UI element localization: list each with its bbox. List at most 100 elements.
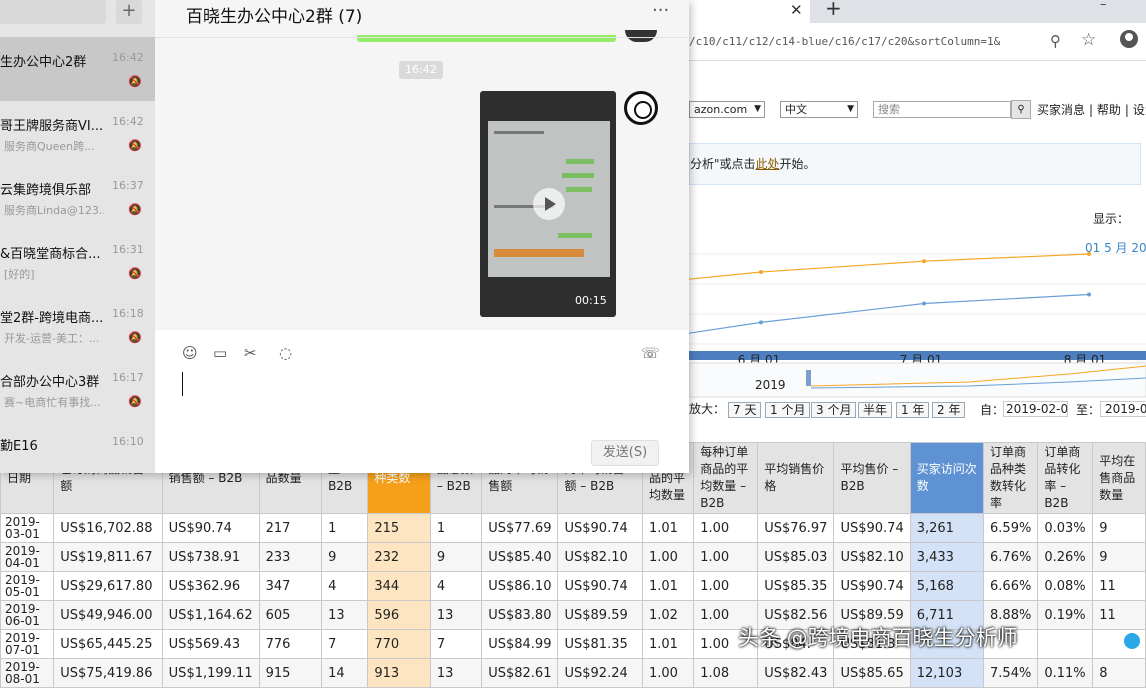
info-suffix: 开始。 [779,157,816,171]
table-cell: 1.00 [693,513,759,543]
video-call-icon[interactable]: ☏ [641,344,660,362]
data-point [1087,252,1091,256]
zoom-3m-button[interactable]: 3 个月 [811,402,857,418]
chat-list-item[interactable]: 云集跨境俱乐部 16:37 服务商Linda@123... 🔕 [0,165,155,229]
help-link[interactable]: 帮助 [1097,103,1121,117]
table-cell: 217 [258,513,323,543]
marketplace-select[interactable]: azon.com ▼ [689,101,765,118]
table-cell: 9 [429,542,483,572]
table-cell: 1.01 [641,513,695,543]
account-icon[interactable] [1120,30,1138,48]
table-cell: 4 [321,571,369,601]
scissors-icon[interactable]: ✂ [244,344,257,362]
send-button[interactable]: 发送(S) [591,440,659,466]
chat-search-input[interactable] [0,0,106,24]
sales-chart: 6 月 01 7 月 01 8 月 012019 [689,252,1146,398]
video-message[interactable]: 00:15 [480,91,616,317]
chat-preview: [好的] [4,268,35,281]
top-links: 买家消息| 帮助| 设置 [1037,101,1146,118]
column-header[interactable]: 每种订单商品的平均数量 – B2B [693,442,759,514]
avatar[interactable] [625,30,657,42]
new-tab-icon[interactable]: + [825,0,842,20]
table-cell: 1.01 [641,629,695,659]
video-duration: 00:15 [575,294,607,307]
table-cell: US$90.74 [557,571,643,601]
chat-list-item[interactable]: 生办公中心2群 16:42 🔕 [0,37,155,101]
avatar[interactable] [624,91,658,125]
column-header[interactable]: 订单商品转化率 – B2B [1037,442,1094,514]
column-header[interactable]: 买家访问次数 [909,442,985,514]
table-cell: 605 [258,600,323,630]
table-cell: 0.11% [1037,658,1094,688]
search-icon[interactable]: ⚲ [1011,100,1031,119]
table-cell: 9 [1092,542,1146,572]
zoom-1m-button[interactable]: 1 个月 [765,402,811,418]
chat-list-item[interactable]: &百晓堂商标合... 16:31 [好的] 🔕 [0,229,155,293]
date-from-input[interactable]: 2019-02-0 [1003,401,1068,417]
column-header[interactable]: 平均在售商品数量 [1092,442,1146,514]
window-controls-icon[interactable]: – [1100,0,1121,12]
chat-name: 勤E16 [0,439,38,454]
column-header[interactable]: 平均售价 – B2B [833,442,911,514]
data-point [759,320,763,325]
address-bar[interactable]: /c10/c11/c12/c14-blue/c16/c17/c20&sortCo… [689,23,1146,61]
zoom-6m-button[interactable]: 半年 [858,402,893,418]
table-cell: US$77.69 [481,513,559,543]
url-text[interactable]: /c10/c11/c12/c14-blue/c16/c17/c20&sortCo… [689,35,1000,48]
info-link[interactable]: 此处 [756,157,780,171]
add-chat-button[interactable]: + [116,0,142,24]
table-cell: US$81.35 [557,629,643,659]
zoom-2y-button[interactable]: 2 年 [932,402,966,418]
language-select[interactable]: 中文 ▼ [780,101,858,118]
table-cell: US$90.74 [557,513,643,543]
folder-icon[interactable]: ▭ [213,344,227,362]
column-header[interactable]: 订单商品种类数转化率 [983,442,1039,514]
play-icon[interactable] [533,188,565,220]
chat-list-item[interactable]: 堂2群-跨境电商... 16:18 开发-运营-美工：... 🔕 [0,293,155,357]
zoom-icon[interactable]: ⚲ [1050,32,1061,50]
table-cell: US$1,164.62 [161,600,260,630]
chat-name: 哥王牌服务商VI... [0,119,104,134]
more-options-icon[interactable]: ··· [652,0,669,21]
table-cell: 13 [429,600,483,630]
table-cell: 7 [429,629,483,659]
table-cell: 913 [367,658,431,688]
chat-panel: 百晓生办公中心2群 (7) ··· 16:42 00:15 ☺ ▭ ✂ ◌ ☏ … [155,0,689,473]
table-cell: US$82.43 [757,658,835,688]
thumb-line [494,131,544,134]
info-prefix: 分析"或点击 [690,157,756,171]
buyer-messages-link[interactable]: 买家消息 [1037,103,1085,117]
bookmark-star-icon[interactable]: ☆ [1081,30,1096,50]
date-to-input[interactable]: 2019-0 [1100,401,1146,417]
chat-list-item[interactable]: 勤E16 16:10 [0,421,155,485]
mute-icon: 🔕 [128,139,142,152]
marketplace-value: azon.com [694,103,748,116]
table-cell: US$65,445.25 [53,629,163,659]
table-cell: US$90.74 [833,571,911,601]
table-cell: 2019-06-01 [0,600,55,630]
table-cell: 12,103 [909,658,985,688]
chat-name: &百晓堂商标合... [0,247,101,262]
zoom-1y-button[interactable]: 1 年 [896,402,930,418]
zoom-7d-button[interactable]: 7 天 [728,402,762,418]
table-cell: 2019-03-01 [0,513,55,543]
message-input-area[interactable]: ☺ ▭ ✂ ◌ ☏ 发送(S) [155,330,689,473]
table-cell: 1.02 [641,600,695,630]
close-tab-icon[interactable]: ✕ [790,1,803,19]
chat-list-item[interactable]: 哥王牌服务商VI... 16:42 服务商Queen跨... 🔕 [0,101,155,165]
search-input[interactable]: 搜索 [873,101,1011,118]
table-cell: 2019-07-01 [0,629,55,659]
chat-time: 16:37 [112,179,144,192]
chat-bubble-icon[interactable]: ◌ [279,344,292,362]
table-cell: 1.00 [693,571,759,601]
table-cell: 770 [367,629,431,659]
table-cell: 1.00 [641,542,695,572]
column-header[interactable]: 平均销售价格 [757,442,835,514]
emoji-icon[interactable]: ☺ [182,344,198,362]
chat-time: 16:18 [112,307,144,320]
chat-list-item[interactable]: 合部办公中心3群 16:17 赛~电商忙有事找... 🔕 [0,357,155,421]
settings-link[interactable]: 设置 [1133,103,1146,117]
table-cell: 13 [429,658,483,688]
table-cell: 347 [258,571,323,601]
data-point [759,270,763,274]
